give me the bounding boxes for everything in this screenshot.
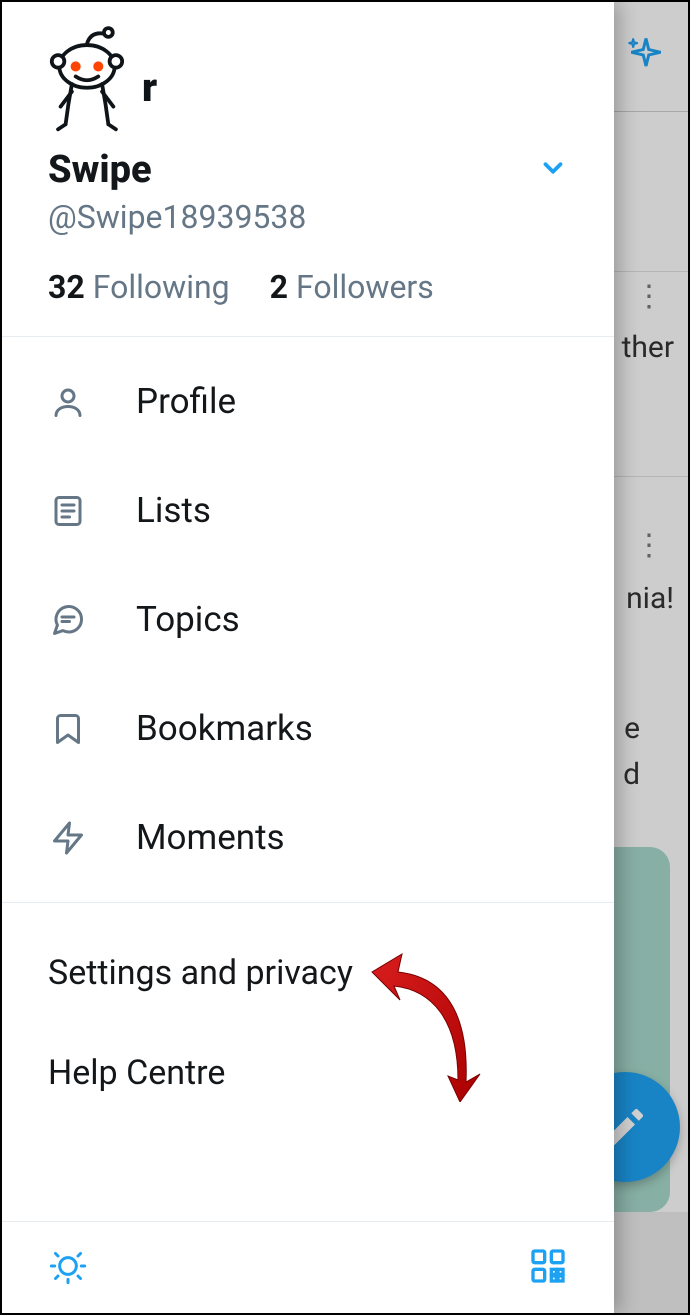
following-count: 32 <box>48 268 85 306</box>
bg-text-1: ther <box>622 330 674 365</box>
menu-item-profile[interactable]: Profile <box>2 347 614 456</box>
menu-label: Lists <box>136 490 211 531</box>
moments-icon <box>48 818 88 858</box>
bookmark-icon <box>48 709 88 749</box>
qr-code-icon[interactable] <box>528 1246 568 1290</box>
navigation-drawer: r Swipe @Swipe18939538 32Following 2Foll… <box>2 2 614 1313</box>
menu-item-help-centre[interactable]: Help Centre <box>2 1023 614 1123</box>
topics-icon <box>48 600 88 640</box>
menu-item-settings-privacy[interactable]: Settings and privacy <box>2 923 614 1023</box>
menu-item-topics[interactable]: Topics <box>2 565 614 674</box>
display-name: Swipe <box>48 148 152 192</box>
followers-count: 2 <box>270 268 288 306</box>
more-icon: ⋮ <box>634 541 664 551</box>
followers-stat[interactable]: 2Followers <box>270 268 434 306</box>
following-stat[interactable]: 32Following <box>48 268 230 306</box>
bg-text-4: d <box>623 757 640 792</box>
menu-item-bookmarks[interactable]: Bookmarks <box>2 674 614 783</box>
avatar[interactable]: r <box>48 26 568 132</box>
menu-label: Moments <box>136 817 285 858</box>
menu-item-moments[interactable]: Moments <box>2 783 614 892</box>
menu-label: Profile <box>136 381 236 422</box>
lists-icon <box>48 491 88 531</box>
following-label: Following <box>93 268 230 306</box>
bg-text-2: nia! <box>626 581 674 616</box>
sparkle-icon <box>624 33 668 81</box>
menu-label: Bookmarks <box>136 708 313 749</box>
followers-label: Followers <box>296 268 434 306</box>
avatar-image <box>48 26 136 132</box>
chevron-down-icon[interactable] <box>538 153 568 187</box>
menu-item-lists[interactable]: Lists <box>2 456 614 565</box>
secondary-avatar: r <box>142 64 157 111</box>
lightbulb-icon[interactable] <box>48 1246 88 1290</box>
profile-icon <box>48 382 88 422</box>
bg-text-3: e <box>624 711 640 746</box>
username-handle: @Swipe18939538 <box>48 198 568 236</box>
more-icon: ⋮ <box>634 292 664 302</box>
menu-label: Topics <box>136 599 240 640</box>
